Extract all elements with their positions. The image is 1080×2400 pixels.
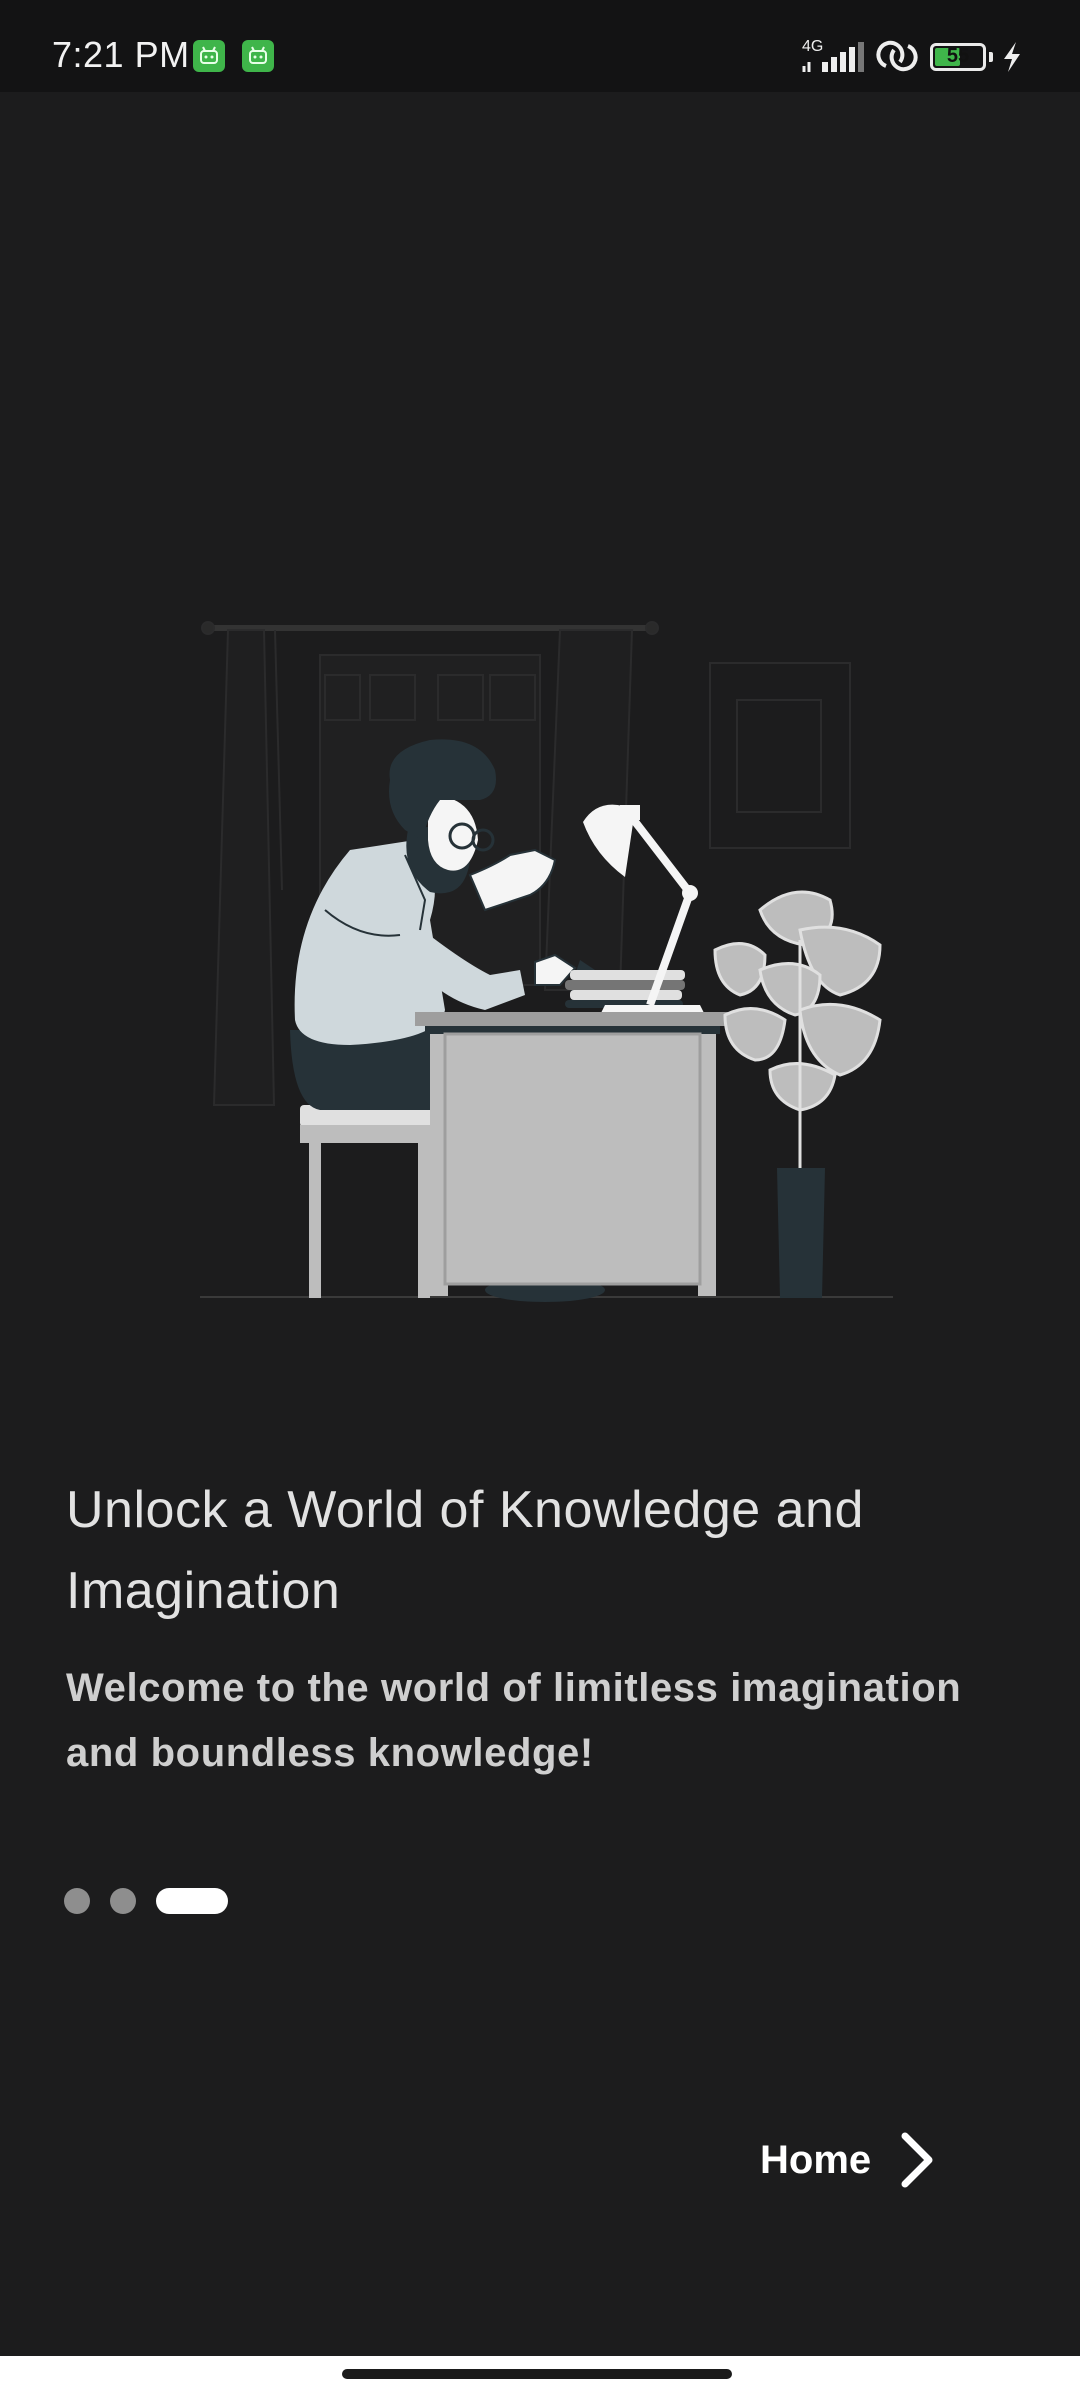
page-indicator-dot[interactable] xyxy=(64,1888,90,1914)
app-notification-icon xyxy=(193,40,225,72)
page-indicator-dot-active[interactable] xyxy=(156,1888,228,1914)
onboarding-title: Unlock a World of Knowledge and Imaginat… xyxy=(66,1481,864,1620)
chevron-right-icon xyxy=(901,2132,933,2188)
signal-icon xyxy=(802,42,864,72)
battery-icon: 55 xyxy=(930,43,986,71)
battery-tip xyxy=(989,52,993,62)
home-button-label: Home xyxy=(760,2137,872,2182)
home-button[interactable]: Home xyxy=(740,2120,950,2200)
battery-level: 55 xyxy=(946,45,970,67)
status-time: 7:21 PM xyxy=(52,34,190,75)
charging-icon xyxy=(1004,42,1020,72)
gesture-handle[interactable] xyxy=(342,2369,732,2379)
hotspot-icon xyxy=(876,40,918,72)
app-notification-icon xyxy=(242,40,274,72)
onboarding-subtitle: Welcome to the world of limitless imagin… xyxy=(66,1666,962,1775)
page-indicator-dot[interactable] xyxy=(110,1888,136,1914)
man-reading-at-desk-illustration xyxy=(200,621,893,1302)
status-bar: 7:21 PM 4G 55 xyxy=(0,0,1080,92)
